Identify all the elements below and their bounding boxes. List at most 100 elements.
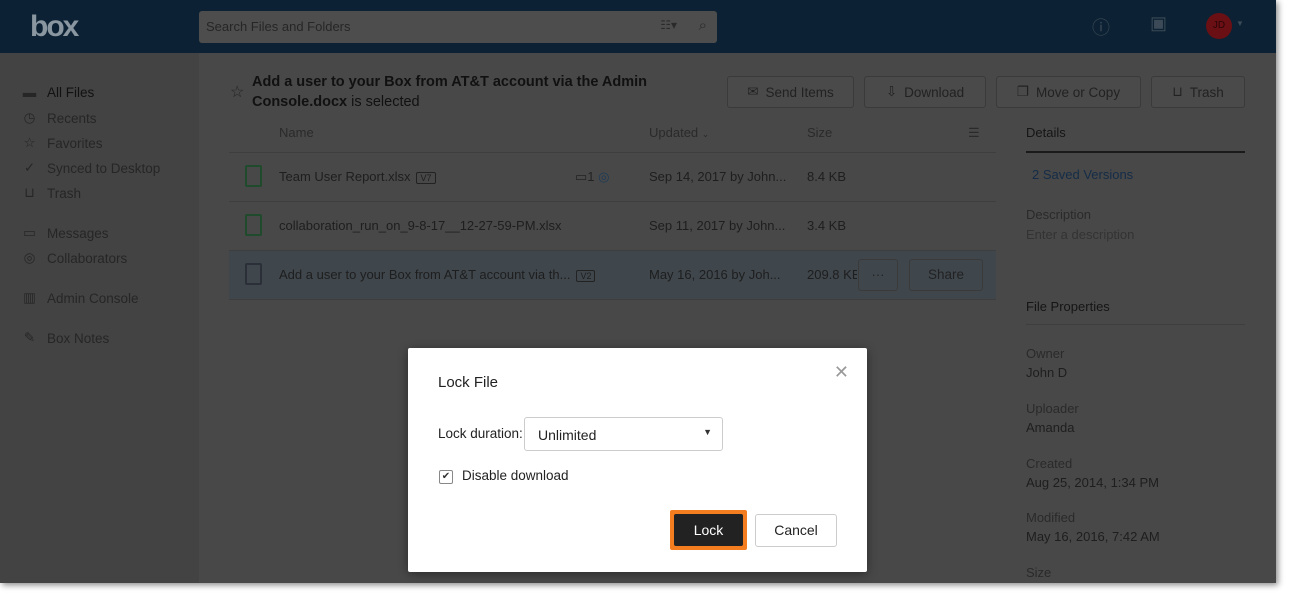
send-items-button[interactable]: ✉ Send Items (727, 76, 854, 108)
column-name[interactable]: Name (279, 125, 314, 140)
sidebar-item-admin-console[interactable]: ▥ Admin Console (22, 290, 139, 306)
version-badge[interactable]: V2 (576, 270, 596, 282)
collab-icon: ◎ (598, 169, 610, 184)
close-icon[interactable]: ✕ (834, 362, 849, 383)
details-tab[interactable]: Details (1026, 125, 1066, 140)
saved-versions-link[interactable]: 2 Saved Versions (1032, 167, 1133, 182)
chevron-down-icon: ⌄ (701, 129, 710, 139)
sidebar-item-label: Trash (47, 185, 82, 201)
copy-icon: ❐ (1016, 84, 1030, 99)
sidebar: ▬ All Files ◷ Recents ☆ Favorites ✓ Synced t… (0, 53, 199, 583)
file-size: 209.8 KB (807, 267, 857, 282)
sidebar-item-label: Favorites (47, 135, 103, 151)
sidebar-item-recents[interactable]: ◷ Recents (22, 110, 97, 126)
selected-suffix: is selected (347, 94, 420, 110)
cancel-button[interactable]: Cancel (755, 514, 837, 547)
button-label: Move or Copy (1036, 84, 1121, 100)
file-updated: Sep 11, 2017 by John... (649, 218, 786, 233)
trash-icon: ⊔ (1172, 84, 1183, 99)
disable-download-checkbox[interactable]: ✔ (439, 470, 453, 484)
sidebar-item-all-files[interactable]: ▬ All Files (22, 85, 95, 100)
table-row[interactable]: collaboration_run_on_9-8-17__12-27-59-PM… (229, 202, 996, 251)
sidebar-item-label: Admin Console (47, 290, 139, 306)
sidebar-item-favorites[interactable]: ☆ Favorites (22, 135, 103, 151)
move-copy-button[interactable]: ❐ Move or Copy (996, 76, 1141, 108)
created-value: Aug 25, 2014, 1:34 PM (1026, 475, 1159, 490)
file-name[interactable]: Team User Report.xlsx V7 (279, 169, 436, 184)
uploader-value: Amanda (1026, 420, 1075, 435)
lock-file-dialog: Lock File ✕ Lock duration: Unlimited ▼ ✔ … (408, 348, 867, 572)
file-updated: Sep 14, 2017 by John... (649, 169, 787, 184)
sidebar-item-messages[interactable]: ▭ Messages (22, 225, 109, 241)
file-name[interactable]: Add a user to your Box from AT&T account… (279, 267, 596, 282)
file-name-text: Add a user to your Box from AT&T account… (279, 267, 571, 282)
sidebar-item-label: Box Notes (47, 330, 110, 346)
size-label: Size (1026, 565, 1052, 580)
download-icon: ⇩ (885, 84, 898, 99)
column-updated[interactable]: Updated ⌄ (649, 125, 709, 140)
sidebar-item-synced[interactable]: ✓ Synced to Desktop (22, 160, 160, 176)
sidebar-item-trash[interactable]: ⊔ Trash (22, 185, 81, 201)
sidebar-toggle-icon[interactable]: ▣ (1150, 13, 1167, 34)
sidebar-item-collaborators[interactable]: ◎ Collaborators (22, 250, 128, 266)
button-label: Trash (1189, 84, 1224, 100)
sidebar-item-label: Synced to Desktop (47, 160, 161, 176)
button-label: Download (904, 84, 965, 100)
comment-count[interactable]: ▭1 ◎ (575, 169, 610, 185)
chevron-down-icon[interactable]: ▼ (1236, 19, 1244, 28)
check-circle-icon: ✓ (23, 160, 36, 175)
version-badge[interactable]: V7 (416, 172, 436, 184)
lock-button-highlight: Lock (670, 510, 747, 550)
spreadsheet-icon (245, 165, 262, 187)
file-name[interactable]: collaboration_run_on_9-8-17__12-27-59-PM… (279, 218, 562, 233)
more-options-button[interactable]: ··· (858, 259, 898, 291)
trash-button[interactable]: ⊔ Trash (1151, 76, 1245, 108)
star-icon: ☆ (23, 135, 36, 150)
tab-underline (1026, 151, 1245, 153)
list-view-icon[interactable]: ☰ (968, 125, 980, 141)
dialog-title: Lock File (438, 374, 499, 391)
sidebar-item-box-notes[interactable]: ✎ Box Notes (22, 330, 109, 346)
created-label: Created (1026, 456, 1073, 471)
comment-icon: ▭ (575, 169, 588, 184)
help-icon[interactable]: ⓘ (1092, 14, 1110, 40)
selection-title: Add a user to your Box from AT&T account… (252, 72, 672, 112)
table-row-selected[interactable]: Add a user to your Box from AT&T account… (229, 251, 996, 300)
selected-file-name: Add a user to your Box from AT&T account… (252, 74, 648, 110)
lock-duration-select[interactable]: Unlimited ▼ (524, 417, 723, 451)
document-icon (245, 263, 262, 285)
message-icon: ▭ (23, 225, 36, 240)
spreadsheet-icon (245, 214, 262, 236)
file-name-text: Team User Report.xlsx (279, 169, 411, 184)
admin-icon: ▥ (23, 290, 36, 305)
clock-icon: ◷ (23, 110, 36, 125)
lock-duration-label: Lock duration: (438, 426, 523, 441)
share-button[interactable]: Share (909, 259, 983, 291)
box-logo[interactable]: box (30, 10, 79, 44)
sidebar-item-label: Messages (47, 225, 109, 241)
search-icon[interactable]: ⌕ (699, 17, 707, 34)
column-size[interactable]: Size (807, 125, 832, 140)
notes-icon: ✎ (23, 330, 36, 345)
filter-icon[interactable]: ☷▾ (660, 18, 677, 32)
file-updated: May 16, 2016 by Joh... (649, 267, 781, 282)
download-button[interactable]: ⇩ Download (864, 76, 986, 108)
uploader-label: Uploader (1026, 401, 1079, 416)
user-icon: ◎ (23, 250, 36, 265)
table-row[interactable]: Team User Report.xlsx V7 ▭1 ◎ Sep 14, 201… (229, 153, 996, 202)
disable-download-label[interactable]: Disable download (462, 468, 569, 483)
sidebar-item-label: All Files (47, 85, 95, 100)
top-header: box Search Files and Folders ☷▾ ⌕ ⓘ ▣ JD ▼ (0, 0, 1276, 53)
lock-button[interactable]: Lock (674, 514, 743, 546)
envelope-icon: ✉ (747, 84, 759, 99)
file-size: 8.4 KB (807, 169, 847, 184)
favorite-star-icon[interactable]: ☆ (230, 82, 244, 102)
search-input[interactable]: Search Files and Folders ☷▾ ⌕ (199, 11, 717, 43)
sidebar-item-label: Recents (47, 110, 97, 126)
file-properties-heading: File Properties (1026, 299, 1110, 314)
description-input[interactable]: Enter a description (1026, 227, 1134, 242)
box-app: box Search Files and Folders ☷▾ ⌕ ⓘ ▣ JD ▼… (0, 0, 1276, 583)
trash-icon: ⊔ (24, 185, 35, 200)
avatar[interactable]: JD (1206, 13, 1232, 39)
button-label: Send Items (765, 84, 834, 100)
